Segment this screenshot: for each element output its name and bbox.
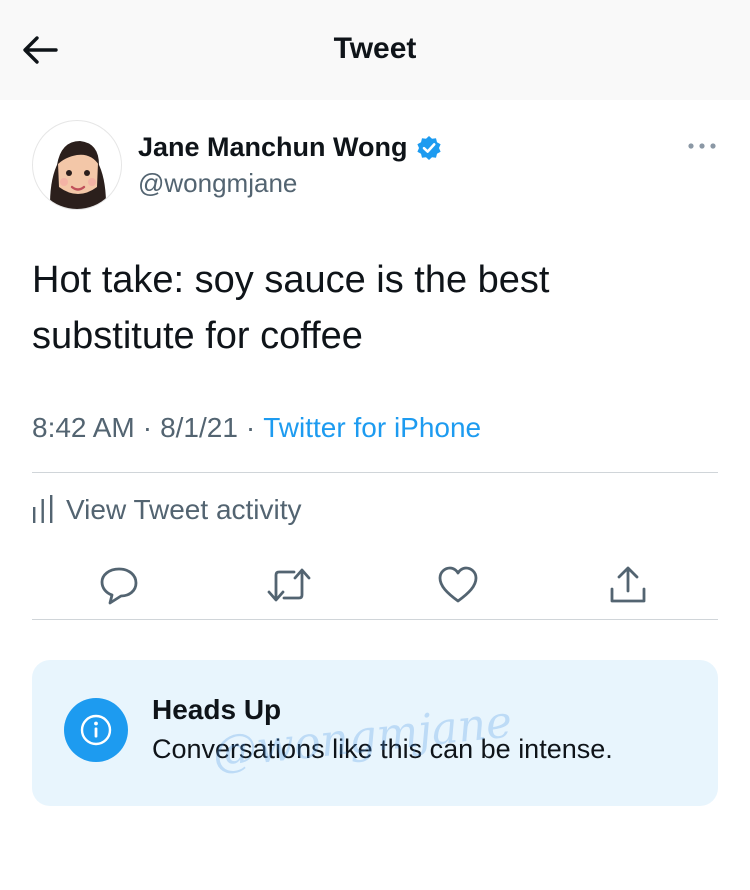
notice-title: Heads Up xyxy=(152,694,282,725)
reply-icon xyxy=(100,567,138,605)
share-button[interactable] xyxy=(603,560,653,610)
reply-button[interactable] xyxy=(94,560,144,610)
avatar[interactable] xyxy=(32,120,122,210)
like-heart-icon xyxy=(438,566,478,603)
tweet-text-line: Hot take: soy sauce is the best xyxy=(32,259,550,301)
name-row: Jane Manchun Wong xyxy=(138,132,442,163)
tweet-time[interactable]: 8:42 AM xyxy=(32,412,135,444)
tweet-date[interactable]: 8/1/21 xyxy=(160,412,238,444)
tweet-meta: 8:42 AM · 8/1/21 · Twitter for iPhone xyxy=(32,412,481,444)
meta-separator: · xyxy=(245,412,256,443)
notice-body: Conversations like this can be intense. xyxy=(152,734,613,764)
tweet-text-line: substitute for coffee xyxy=(32,315,363,357)
analytics-bars-icon xyxy=(33,495,53,523)
display-name[interactable]: Jane Manchun Wong xyxy=(138,132,408,163)
retweet-icon xyxy=(267,568,311,602)
info-icon xyxy=(64,698,128,762)
tweet-text: Hot take: soy sauce is the best substitu… xyxy=(32,252,712,364)
user-handle[interactable]: @wongmjane xyxy=(138,168,297,199)
retweet-button[interactable] xyxy=(264,560,314,610)
top-bar: Tweet xyxy=(0,0,750,100)
more-options-button[interactable] xyxy=(682,134,722,158)
divider xyxy=(32,472,718,473)
share-icon xyxy=(610,566,646,603)
more-dots-icon xyxy=(688,143,716,149)
divider xyxy=(32,619,718,620)
meta-separator: · xyxy=(142,412,153,443)
heads-up-notice: Heads Up Conversations like this can be … xyxy=(32,660,718,806)
tweet-actions-bar xyxy=(0,560,750,610)
like-button[interactable] xyxy=(433,560,483,610)
activity-label: View Tweet activity xyxy=(66,494,302,525)
memoji-avatar-icon xyxy=(49,141,107,209)
page-title: Tweet xyxy=(333,32,417,65)
view-tweet-activity-button[interactable]: View Tweet activity xyxy=(32,494,302,526)
tweet-source-link[interactable]: Twitter for iPhone xyxy=(263,412,481,444)
verified-badge-icon xyxy=(416,135,441,160)
tweet-author: Jane Manchun Wong @wongmjane xyxy=(32,120,722,210)
